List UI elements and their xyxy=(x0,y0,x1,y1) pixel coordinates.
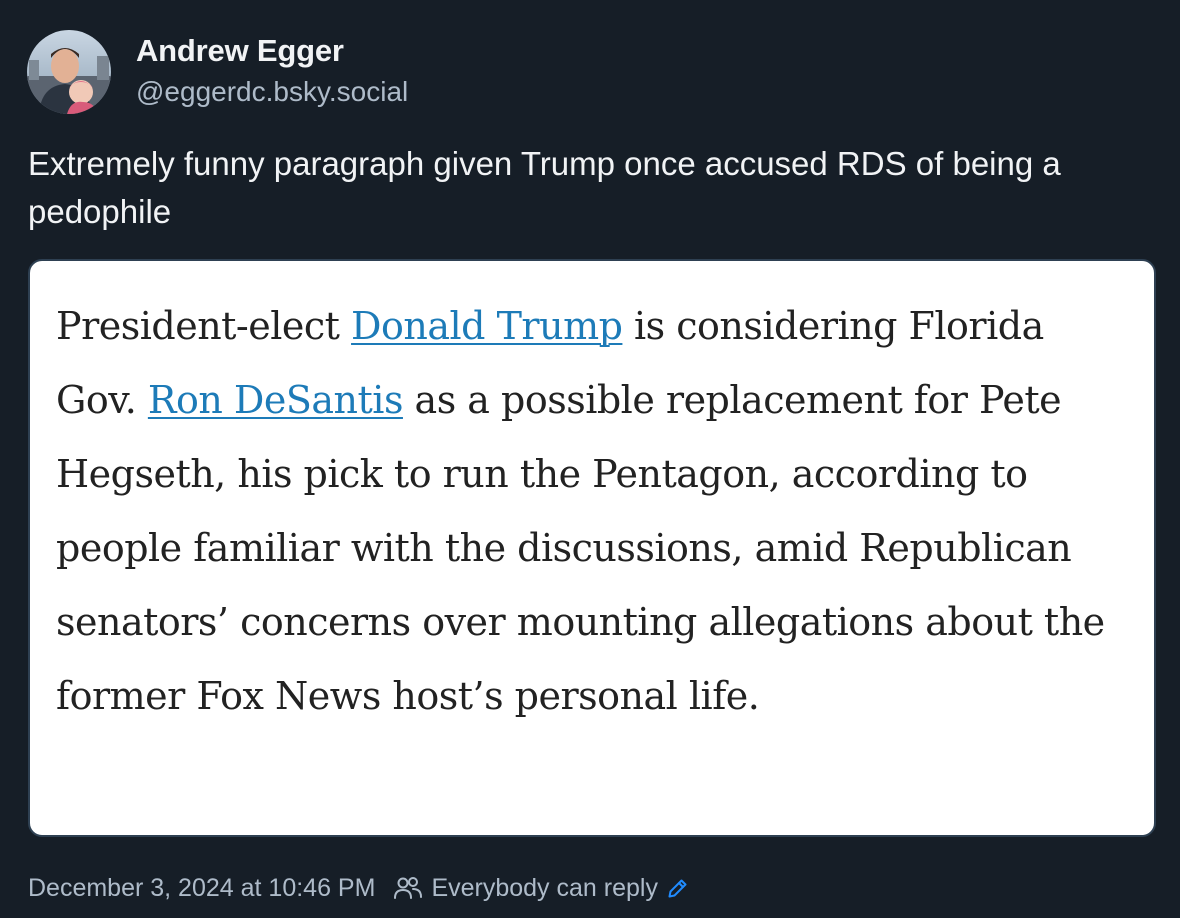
pencil-icon xyxy=(666,876,690,900)
post-timestamp: December 3, 2024 at 10:46 PM xyxy=(28,873,376,902)
article-text-segment: President-elect xyxy=(56,304,352,348)
article-paragraph: President-elect Donald Trump is consider… xyxy=(56,289,1126,733)
embedded-image-card[interactable]: President-elect Donald Trump is consider… xyxy=(28,259,1156,837)
donald-trump-link: Donald Trump xyxy=(351,304,623,348)
post-footer: December 3, 2024 at 10:46 PM Everybody c… xyxy=(28,870,690,906)
author-display-name[interactable]: Andrew Egger xyxy=(136,33,344,69)
reply-setting-button[interactable]: Everybody can reply xyxy=(393,874,690,903)
post-text: Extremely funny paragraph given Trump on… xyxy=(28,145,1061,230)
author-handle[interactable]: @eggerdc.bsky.social xyxy=(136,76,408,108)
ron-desantis-link: Ron DeSantis xyxy=(147,378,404,422)
people-icon xyxy=(393,875,423,901)
avatar-photo xyxy=(27,30,111,114)
reply-setting-label: Everybody can reply xyxy=(431,873,658,902)
article-text-segment: as a possible replacement for Pete Hegse… xyxy=(56,378,1105,718)
avatar[interactable] xyxy=(27,30,111,114)
